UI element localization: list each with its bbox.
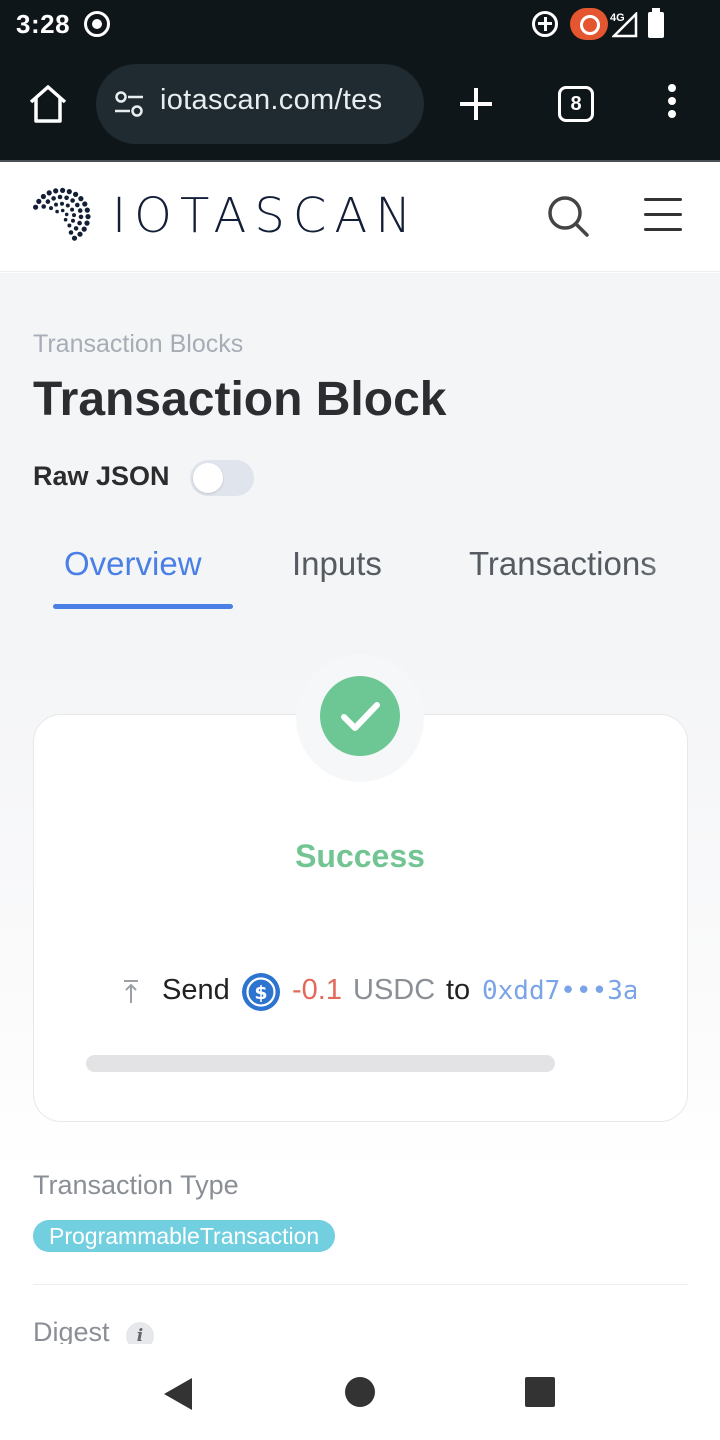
- url-text: iotascan.com/tes: [160, 84, 383, 116]
- screen-record-icon: [84, 11, 110, 37]
- tab-transactions[interactable]: Transactions: [469, 545, 657, 583]
- usdc-token-icon: $: [242, 973, 280, 1011]
- transaction-type-badge: ProgrammableTransaction: [33, 1220, 336, 1252]
- success-check-icon: [320, 676, 400, 756]
- recording-pill-icon: [570, 8, 608, 40]
- tab-scroll-fade: [640, 515, 720, 611]
- send-to-label: to: [446, 974, 471, 1006]
- site-header: IOTASCAN: [0, 162, 720, 272]
- sync-icon: [532, 11, 558, 37]
- hamburger-menu-icon[interactable]: [644, 198, 682, 232]
- browser-toolbar: iotascan.com/tes 8: [0, 48, 720, 160]
- signal-icon: [612, 12, 638, 38]
- recents-icon[interactable]: [525, 1377, 555, 1407]
- site-settings-icon[interactable]: [114, 90, 144, 118]
- address-bar[interactable]: iotascan.com/tes: [96, 64, 424, 144]
- active-tab-indicator: [53, 604, 233, 609]
- status-time: 3:28: [16, 9, 71, 39]
- details-divider: [33, 1284, 688, 1285]
- home-nav-icon[interactable]: [345, 1377, 375, 1407]
- site-logo-text[interactable]: IOTASCAN: [112, 188, 419, 244]
- send-token: USDC: [353, 974, 436, 1006]
- home-icon[interactable]: [26, 82, 70, 126]
- tab-switcher-button[interactable]: 8: [558, 86, 594, 122]
- raw-json-toggle[interactable]: [190, 460, 254, 496]
- system-nav-bar: [0, 1344, 720, 1440]
- recipient-address-link[interactable]: 0xdd7•••3a: [482, 976, 636, 1006]
- horizontal-scrollbar[interactable]: [86, 1055, 555, 1072]
- send-label: Send: [162, 974, 230, 1006]
- tab-overview[interactable]: Overview: [64, 545, 202, 583]
- transaction-status-text: Success: [295, 838, 425, 874]
- plus-icon[interactable]: [456, 82, 496, 126]
- page-title: Transaction Block: [33, 373, 447, 426]
- tab-inputs[interactable]: Inputs: [292, 545, 382, 583]
- transaction-type-label: Transaction Type: [33, 1170, 239, 1200]
- iota-logo-icon[interactable]: [30, 186, 92, 246]
- balance-change-row: Send $ -0.1 USDC to 0xdd7•••3a: [120, 970, 636, 1014]
- send-amount: -0.1: [292, 974, 342, 1006]
- back-icon[interactable]: [162, 1376, 194, 1412]
- tab-bar: Overview Inputs Transactions: [0, 515, 720, 611]
- status-bar: 3:28 4G: [0, 0, 720, 48]
- raw-json-label: Raw JSON: [33, 461, 170, 491]
- battery-icon: [648, 8, 664, 38]
- more-vert-icon[interactable]: [664, 84, 680, 124]
- search-icon[interactable]: [546, 194, 590, 238]
- send-arrow-icon: [124, 980, 138, 1003]
- svg-text:$: $: [254, 982, 267, 1004]
- breadcrumb[interactable]: Transaction Blocks: [33, 330, 243, 359]
